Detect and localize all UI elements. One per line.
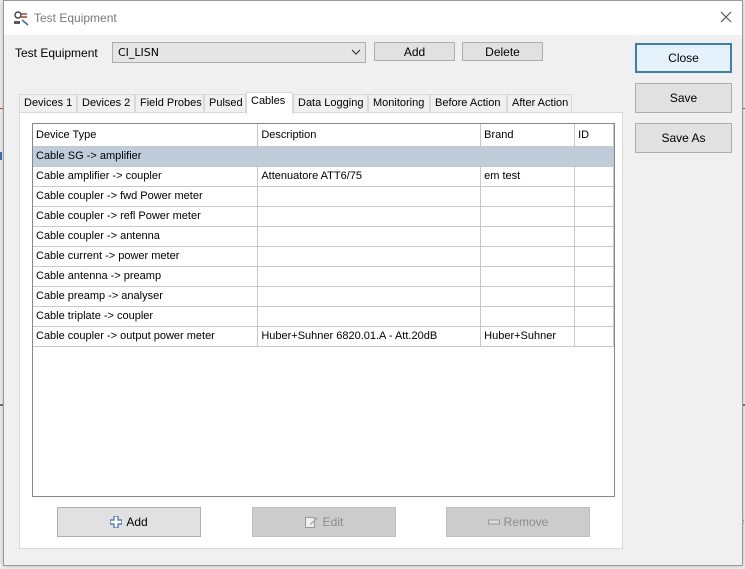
add-cable-label: Add xyxy=(126,515,148,529)
cell-brand: Huber+Suhner xyxy=(480,326,576,347)
cell-id xyxy=(574,186,614,207)
chevron-down-icon xyxy=(351,49,361,55)
cell-description: Attenuatore ATT6/75 xyxy=(257,166,482,187)
save-as-button[interactable]: Save As xyxy=(635,123,732,153)
table-row[interactable]: Cable SG -> amplifier xyxy=(33,146,614,167)
table-header-row: Device Type Description Brand ID xyxy=(33,124,614,147)
edit-cable-label: Edit xyxy=(322,515,344,529)
tab-devices-2[interactable]: Devices 2 xyxy=(77,94,135,113)
table-row[interactable]: Cable preamp -> analyser xyxy=(33,286,614,307)
cables-table[interactable]: Device Type Description Brand ID Cable S… xyxy=(32,123,615,497)
cell-brand xyxy=(480,266,576,287)
cell-device-type: Cable coupler -> output power meter xyxy=(33,326,259,347)
cell-description xyxy=(257,206,482,227)
cell-id xyxy=(574,306,614,327)
cell-device-type: Cable antenna -> preamp xyxy=(33,266,259,287)
cell-id xyxy=(574,166,614,187)
edit-icon xyxy=(304,517,318,528)
table-row[interactable]: Cable coupler -> refl Power meter xyxy=(33,206,614,227)
cell-id xyxy=(574,326,614,347)
remove-cable-button[interactable]: Remove xyxy=(446,507,590,537)
tab-devices-1[interactable]: Devices 1 xyxy=(19,94,77,113)
table-row[interactable]: Cable antenna -> preamp xyxy=(33,266,614,287)
remove-cable-label: Remove xyxy=(503,515,549,529)
cell-description: Huber+Suhner 6820.01.A - Att.20dB xyxy=(257,326,482,347)
tab-cables[interactable]: Cables xyxy=(246,92,293,114)
cell-description xyxy=(257,186,482,207)
cell-brand: em test xyxy=(480,166,576,187)
cell-brand xyxy=(480,146,576,167)
delete-equipment-button[interactable]: Delete xyxy=(462,42,543,61)
tab-field-probes[interactable]: Field Probes xyxy=(135,94,204,113)
minus-icon xyxy=(487,519,500,525)
cell-description xyxy=(257,266,482,287)
add-equipment-button[interactable]: Add xyxy=(374,42,455,61)
cell-id xyxy=(574,246,614,267)
cell-description xyxy=(257,226,482,247)
cell-device-type: Cable coupler -> fwd Power meter xyxy=(33,186,259,207)
cell-device-type: Cable current -> power meter xyxy=(33,246,259,267)
header-description[interactable]: Description xyxy=(257,124,482,147)
save-button[interactable]: Save xyxy=(635,83,732,113)
title-bar: Test Equipment xyxy=(4,1,742,35)
cables-panel: Device Type Description Brand ID Cable S… xyxy=(19,112,623,549)
cell-description xyxy=(257,286,482,307)
cell-brand xyxy=(480,186,576,207)
cell-id xyxy=(574,226,614,247)
cell-id xyxy=(574,266,614,287)
test-equipment-dialog: Test Equipment Test Equipment CI_LISN Ad… xyxy=(3,0,743,566)
cell-description xyxy=(257,146,482,167)
cell-device-type: Cable SG -> amplifier xyxy=(33,146,259,167)
tab-monitoring[interactable]: Monitoring xyxy=(368,94,430,113)
table-row[interactable]: Cable coupler -> fwd Power meter xyxy=(33,186,614,207)
cell-description xyxy=(257,246,482,267)
header-device-type[interactable]: Device Type xyxy=(33,124,259,147)
tab-pulsed[interactable]: Pulsed xyxy=(204,94,246,113)
cell-brand xyxy=(480,226,576,247)
select-value: CI_LISN xyxy=(118,46,160,59)
cell-device-type: Cable amplifier -> coupler xyxy=(33,166,259,187)
equipment-app-icon xyxy=(14,11,29,26)
header-id[interactable]: ID xyxy=(574,124,614,147)
close-icon[interactable] xyxy=(718,9,734,25)
test-equipment-select[interactable]: CI_LISN xyxy=(112,42,366,63)
window-title: Test Equipment xyxy=(34,11,117,25)
tab-before-action[interactable]: Before Action xyxy=(430,94,507,113)
tab-after-action[interactable]: After Action xyxy=(507,94,572,113)
cell-brand xyxy=(480,246,576,267)
plus-icon xyxy=(110,516,123,528)
tab-data-logging[interactable]: Data Logging xyxy=(293,94,368,113)
close-button[interactable]: Close xyxy=(635,43,732,73)
edit-cable-button[interactable]: Edit xyxy=(252,507,396,537)
cell-brand xyxy=(480,206,576,227)
table-row[interactable]: Cable amplifier -> coupler Attenuatore A… xyxy=(33,166,614,187)
cell-device-type: Cable triplate -> coupler xyxy=(33,306,259,327)
add-cable-button[interactable]: Add xyxy=(57,507,201,537)
cell-device-type: Cable coupler -> antenna xyxy=(33,226,259,247)
table-row[interactable]: Cable triplate -> coupler xyxy=(33,306,614,327)
test-equipment-label: Test Equipment xyxy=(15,46,98,60)
cell-id xyxy=(574,286,614,307)
cell-brand xyxy=(480,306,576,327)
cell-description xyxy=(257,306,482,327)
cell-device-type: Cable preamp -> analyser xyxy=(33,286,259,307)
cell-brand xyxy=(480,286,576,307)
cell-id xyxy=(574,206,614,227)
table-row[interactable]: Cable coupler -> antenna xyxy=(33,226,614,247)
table-row[interactable]: Cable current -> power meter xyxy=(33,246,614,267)
table-row[interactable]: Cable coupler -> output power meter Hube… xyxy=(33,326,614,347)
cell-id xyxy=(574,146,614,167)
cell-device-type: Cable coupler -> refl Power meter xyxy=(33,206,259,227)
header-brand[interactable]: Brand xyxy=(480,124,576,147)
